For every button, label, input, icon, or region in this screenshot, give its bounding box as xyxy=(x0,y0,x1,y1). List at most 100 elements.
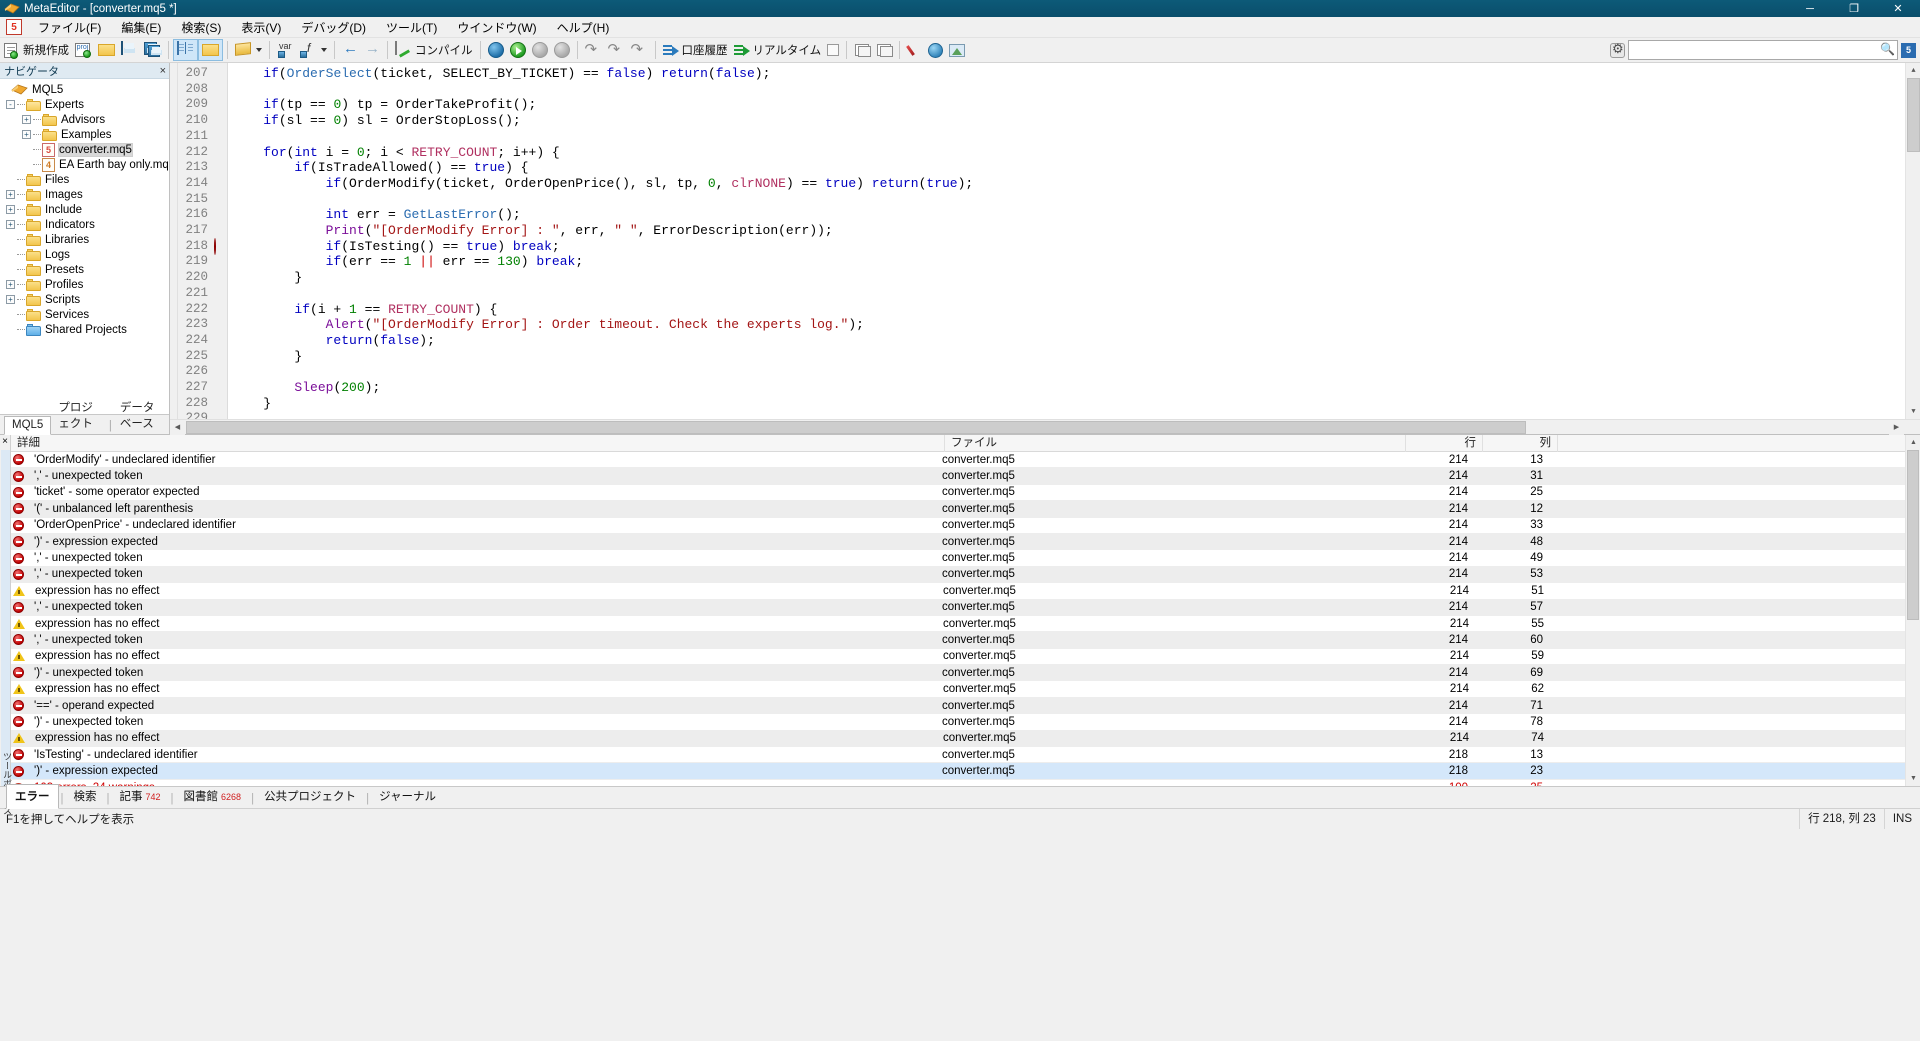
table-row[interactable]: expression has no effectconverter.mq5214… xyxy=(11,649,1905,665)
tree-item-presets[interactable]: Presets xyxy=(0,262,169,277)
code-line[interactable]: } xyxy=(232,349,1920,365)
save-button[interactable] xyxy=(118,39,141,61)
insert-function-button[interactable]: f xyxy=(297,39,330,61)
table-row[interactable]: ')' - unexpected tokenconverter.mq521469 xyxy=(11,665,1905,681)
tree-item-images[interactable]: +Images xyxy=(0,187,169,202)
close-icon[interactable]: × xyxy=(2,436,8,447)
tree-item-services[interactable]: Services xyxy=(0,307,169,322)
tree-item-examples[interactable]: +Examples xyxy=(0,127,169,142)
code-line[interactable] xyxy=(232,192,1920,208)
maximize-button[interactable]: ❐ xyxy=(1832,0,1876,17)
tree-expander-icon[interactable]: - xyxy=(6,100,15,109)
search-input[interactable] xyxy=(1633,43,1880,57)
scroll-left-icon[interactable]: ◀ xyxy=(170,420,185,435)
paste-button[interactable] xyxy=(873,39,895,61)
menu-debug[interactable]: デバッグ(D) xyxy=(291,16,376,39)
navigator-tree[interactable]: MQL5 -Experts+Advisors+Examples5converte… xyxy=(0,79,169,414)
navigate-forward-button[interactable] xyxy=(361,39,383,61)
scroll-right-icon[interactable]: ▶ xyxy=(1889,420,1904,435)
code-line[interactable]: if(OrderModify(ticket, OrderOpenPrice(),… xyxy=(232,176,1920,192)
code-line[interactable] xyxy=(232,82,1920,98)
tree-expander-icon[interactable]: + xyxy=(22,130,31,139)
tree-expander-icon[interactable]: + xyxy=(6,295,15,304)
tree-item-logs[interactable]: Logs xyxy=(0,247,169,262)
close-button[interactable]: ✕ xyxy=(1876,0,1920,17)
search-box[interactable] xyxy=(1628,40,1898,60)
code-editor[interactable]: 2072082092102112122132142152162172182192… xyxy=(170,63,1920,419)
new-file-button[interactable]: 新規作成 xyxy=(0,39,72,61)
code-line[interactable] xyxy=(232,129,1920,145)
toggle-navigator-button[interactable] xyxy=(173,39,198,61)
tree-item-converter-mq5[interactable]: 5converter.mq5 xyxy=(0,142,169,157)
code-line[interactable]: for(int i = 0; i < RETRY_COUNT; i++) { xyxy=(232,145,1920,161)
code-line[interactable]: Sleep(200); xyxy=(232,380,1920,396)
tree-item-include[interactable]: +Include xyxy=(0,202,169,217)
editor-vertical-scrollbar[interactable]: ▲ ▼ xyxy=(1905,63,1920,419)
editor-horizontal-scrollbar[interactable]: ◀ ▶ xyxy=(170,419,1920,434)
table-row[interactable]: ')' - unexpected tokenconverter.mq521478 xyxy=(11,714,1905,730)
toolbox-tab-4[interactable]: 公共プロジェクト xyxy=(256,785,364,808)
chevron-down-icon[interactable] xyxy=(321,48,327,52)
code-line[interactable]: if(OrderSelect(ticket, SELECT_BY_TICKET)… xyxy=(232,66,1920,82)
nav-tab-mql5[interactable]: MQL5 xyxy=(4,416,51,435)
scrollbar-thumb[interactable] xyxy=(1907,78,1920,152)
table-row[interactable]: expression has no effectconverter.mq5214… xyxy=(11,616,1905,632)
nav-tab-project[interactable]: プロジェクト xyxy=(51,397,108,434)
scroll-up-icon[interactable]: ▲ xyxy=(1906,63,1920,78)
table-row[interactable]: 'OrderOpenPrice' - undeclared identifier… xyxy=(11,518,1905,534)
menu-edit[interactable]: 編集(E) xyxy=(111,16,171,39)
scroll-down-icon[interactable]: ▼ xyxy=(1906,404,1920,419)
editor-settings-button[interactable] xyxy=(904,39,925,61)
code-line[interactable]: if(tp == 0) tp = OrderTakeProfit(); xyxy=(232,97,1920,113)
mql5-logo-icon[interactable]: 5 xyxy=(1901,43,1916,58)
toolbox-tab-1[interactable]: 検索 xyxy=(66,785,105,808)
tree-item-libraries[interactable]: Libraries xyxy=(0,232,169,247)
toolbox-tab-0[interactable]: エラー xyxy=(6,784,59,809)
tree-item-files[interactable]: Files xyxy=(0,172,169,187)
column-header-detail[interactable]: 詳細 xyxy=(11,435,945,452)
menu-window[interactable]: ウインドウ(W) xyxy=(447,16,546,39)
menu-search[interactable]: 検索(S) xyxy=(171,16,231,39)
tree-root-mql5[interactable]: MQL5 xyxy=(0,82,169,97)
new-project-button[interactable]: proj xyxy=(72,39,95,61)
tree-item-ea-earth-bay-only-mq4[interactable]: 4EA Earth bay only.mq4 xyxy=(0,157,169,172)
table-row[interactable]: expression has no effectconverter.mq5214… xyxy=(11,731,1905,747)
table-row[interactable]: ',' - unexpected tokenconverter.mq521431 xyxy=(11,468,1905,484)
toolbox-tab-5[interactable]: ジャーナル xyxy=(371,785,444,808)
tree-expander-icon[interactable]: + xyxy=(6,205,15,214)
breakpoint-gutter[interactable] xyxy=(214,63,228,419)
code-text[interactable]: if(OrderSelect(ticket, SELECT_BY_TICKET)… xyxy=(228,63,1920,419)
code-line[interactable]: if(IsTradeAllowed() == true) { xyxy=(232,160,1920,176)
minimize-button[interactable]: ─ xyxy=(1788,0,1832,17)
navigate-back-button[interactable] xyxy=(339,39,361,61)
scrollbar-thumb[interactable] xyxy=(1907,450,1919,620)
breakpoint-icon[interactable] xyxy=(214,238,216,255)
account-history-button[interactable]: 口座履歴 xyxy=(660,39,731,61)
toggle-toolbox-button[interactable] xyxy=(198,39,223,61)
tree-expander-icon[interactable]: + xyxy=(22,115,31,124)
tree-item-scripts[interactable]: +Scripts xyxy=(0,292,169,307)
nav-tab-database[interactable]: データベース xyxy=(113,397,169,434)
code-line[interactable]: if(sl == 0) sl = OrderStopLoss(); xyxy=(232,113,1920,129)
error-list-scrollbar[interactable]: ▲ ▼ xyxy=(1905,435,1920,786)
tree-item-experts[interactable]: -Experts xyxy=(0,97,169,112)
tree-item-indicators[interactable]: +Indicators xyxy=(0,217,169,232)
toolbox-tab-2[interactable]: 記事742 xyxy=(112,785,169,808)
code-line[interactable] xyxy=(232,411,1920,419)
tree-item-shared-projects[interactable]: Shared Projects xyxy=(0,322,169,337)
table-row[interactable]: ',' - unexpected tokenconverter.mq521449 xyxy=(11,550,1905,566)
code-line[interactable]: } xyxy=(232,270,1920,286)
compile-button[interactable]: コンパイル xyxy=(392,39,476,61)
scroll-up-icon[interactable]: ▲ xyxy=(1906,435,1920,450)
code-line[interactable]: if(err == 1 || err == 130) break; xyxy=(232,254,1920,270)
code-line[interactable]: if(IsTesting() == true) break; xyxy=(232,239,1920,255)
code-line[interactable]: Alert("[OrderModify Error] : Order timeo… xyxy=(232,317,1920,333)
open-file-button[interactable] xyxy=(95,39,118,61)
scrollbar-thumb-h[interactable] xyxy=(186,421,1526,434)
tree-expander-icon[interactable]: + xyxy=(6,280,15,289)
table-row[interactable]: 'IsTesting' - undeclared identifierconve… xyxy=(11,747,1905,763)
styles-button[interactable] xyxy=(232,39,265,61)
close-icon[interactable]: × xyxy=(160,63,166,79)
search-icon[interactable] xyxy=(1880,43,1895,58)
code-line[interactable]: Print("[OrderModify Error] : ", err, " "… xyxy=(232,223,1920,239)
